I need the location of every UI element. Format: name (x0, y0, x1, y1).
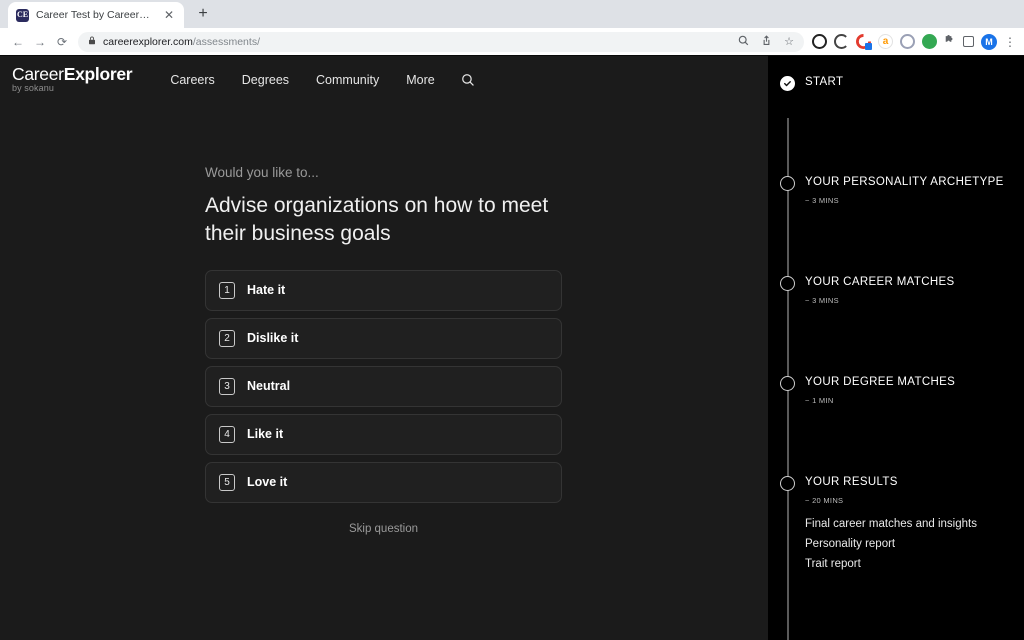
nav-item-careers[interactable]: Careers (170, 73, 214, 87)
skip-question-button[interactable]: Skip question (205, 523, 562, 535)
step-title: YOUR PERSONALITY ARCHETYPE (805, 176, 1004, 188)
extensions-puzzle-icon[interactable] (944, 34, 956, 49)
answer-option-2[interactable]: 2 Dislike it (205, 317, 562, 359)
extension-green-circle-icon[interactable] (922, 34, 937, 49)
search-icon[interactable] (738, 35, 749, 49)
step-dot-icon (780, 176, 795, 191)
url-text: careerexplorer.com/assessments/ (103, 36, 260, 48)
progress-sidebar: Take the test CE START YOUR PERSONALITY … (768, 56, 1024, 640)
option-label: Neutral (247, 379, 291, 394)
tab-title: Career Test by CareerExplorer (36, 9, 155, 21)
step-duration: ~ 1 MIN (805, 395, 834, 405)
bookmark-icon[interactable]: ☆ (784, 35, 794, 48)
result-item-trait-report: Trait report (805, 557, 861, 570)
step-title: YOUR DEGREE MATCHES (805, 376, 956, 388)
progress-step-start[interactable]: START (768, 74, 1024, 174)
browser-window: CE Career Test by CareerExplorer ✕ + ← →… (0, 0, 1024, 640)
nav-search-icon[interactable] (460, 72, 476, 88)
option-label: Hate it (247, 283, 286, 298)
step-title: YOUR RESULTS (805, 476, 898, 488)
site-header: CareerExplorer by sokanu Careers Degrees… (0, 56, 768, 103)
browser-tab[interactable]: CE Career Test by CareerExplorer ✕ (8, 2, 184, 28)
option-key-badge: 3 (219, 377, 235, 395)
step-dot-icon (780, 476, 795, 491)
url-domain: careerexplorer.com (103, 35, 193, 48)
step-duration: ~ 20 MINS (805, 495, 844, 505)
extension-dark-ring-icon[interactable] (812, 34, 827, 49)
page-content: CareerExplorer by sokanu Careers Degrees… (0, 56, 1024, 640)
step-duration: ~ 3 MINS (805, 295, 839, 305)
sidepanel-icon[interactable] (963, 36, 974, 47)
profile-avatar[interactable]: M (981, 33, 997, 50)
site-logo[interactable]: CareerExplorer by sokanu (12, 63, 133, 94)
option-key-badge: 1 (219, 281, 235, 299)
answer-option-4[interactable]: 4 Like it (205, 413, 562, 455)
option-key-badge: 5 (219, 473, 235, 491)
browser-menu-icon[interactable]: ⋮ (1004, 35, 1016, 49)
browser-toolbar: ← → ⟳ careerexplorer.com/assessments/ ☆ (0, 28, 1024, 56)
results-subitems: Final career matches and insights Person… (805, 518, 1024, 570)
step-duration: ~ 3 MINS (805, 195, 839, 205)
url-path: /assessments/ (192, 35, 260, 48)
option-label: Like it (247, 427, 284, 442)
tab-strip: CE Career Test by CareerExplorer ✕ + (0, 0, 1024, 28)
option-label: Dislike it (247, 331, 299, 346)
answer-options-list: 1 Hate it 2 Dislike it 3 Neutral 4 Like … (205, 269, 562, 503)
nav-item-more[interactable]: More (406, 73, 434, 87)
step-title: YOUR CAREER MATCHES (805, 276, 955, 288)
answer-option-5[interactable]: 5 Love it (205, 461, 562, 503)
close-icon[interactable]: ✕ (162, 8, 176, 22)
progress-step-career-matches[interactable]: YOUR CAREER MATCHES ~ 3 MINS (768, 274, 1024, 374)
extension-icons: a M ⋮ (812, 33, 1016, 50)
question-text: Advise organizations on how to meet thei… (205, 194, 549, 245)
assessment-question-area: Would you like to... Advise organization… (0, 103, 768, 640)
logo-tagline: by sokanu (12, 83, 54, 94)
nav-item-community[interactable]: Community (316, 73, 379, 87)
progress-step-results[interactable]: YOUR RESULTS ~ 20 MINS Final career matc… (768, 474, 1024, 570)
logo-prefix: Career (12, 63, 64, 84)
result-item-final-matches: Final career matches and insights (805, 517, 977, 530)
new-tab-button[interactable]: + (190, 1, 216, 27)
favicon-icon: CE (16, 8, 29, 22)
extension-gray-circle-icon[interactable] (900, 34, 915, 49)
reload-icon[interactable]: ⟳ (52, 32, 72, 52)
forward-icon[interactable]: → (30, 32, 50, 52)
option-key-badge: 4 (219, 425, 235, 443)
step-dot-icon (780, 276, 795, 291)
main-nav: Careers Degrees Community More (170, 73, 434, 87)
share-icon[interactable] (761, 34, 772, 49)
favicon-text: CE (16, 10, 29, 19)
step-dot-icon (780, 376, 795, 391)
option-key-badge: 2 (219, 329, 235, 347)
result-item-personality-report: Personality report (805, 537, 896, 550)
progress-step-degree-matches[interactable]: YOUR DEGREE MATCHES ~ 1 MIN (768, 374, 1024, 474)
question-prompt-label: Would you like to... (205, 165, 319, 180)
check-icon (780, 76, 795, 91)
logo-suffix: Explorer (63, 63, 133, 84)
step-title: START (805, 76, 844, 88)
option-label: Love it (247, 475, 288, 490)
extension-amazon-icon[interactable]: a (878, 34, 893, 49)
progress-step-personality-archetype[interactable]: YOUR PERSONALITY ARCHETYPE ~ 3 MINS (768, 174, 1024, 274)
nav-item-degrees[interactable]: Degrees (242, 73, 289, 87)
extension-red-blue-icon[interactable] (856, 34, 872, 50)
extension-gray-ring-icon[interactable] (834, 34, 849, 49)
lock-icon (88, 36, 96, 47)
omnibox-icons: ☆ (738, 34, 794, 49)
main-pane: CareerExplorer by sokanu Careers Degrees… (0, 56, 768, 640)
address-bar[interactable]: careerexplorer.com/assessments/ ☆ (78, 31, 804, 52)
answer-option-1[interactable]: 1 Hate it (205, 269, 562, 311)
back-icon[interactable]: ← (8, 32, 28, 52)
logo-wordmark: CareerExplorer (12, 63, 133, 84)
answer-option-3[interactable]: 3 Neutral (205, 365, 562, 407)
